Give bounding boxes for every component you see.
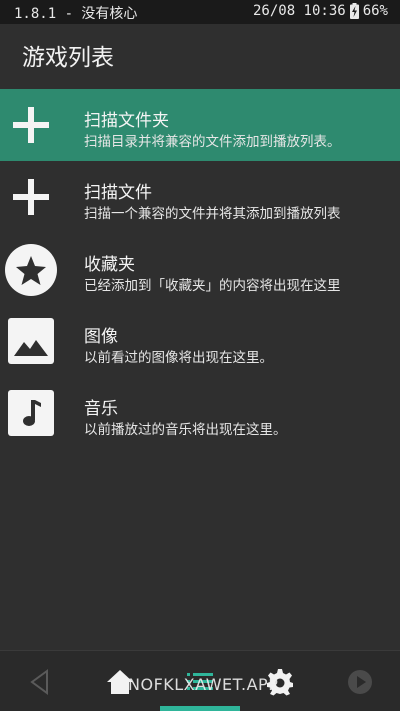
list-item-label: 扫描文件夹: [84, 111, 169, 131]
image-icon: [8, 318, 54, 364]
watermark: NOFKLXAWET.APP: [128, 675, 279, 694]
list-item-music[interactable]: 音乐 以前播放过的音乐将出现在这里。: [0, 377, 400, 449]
list-item-label: 扫描文件: [84, 183, 152, 203]
plus-icon: [8, 174, 54, 220]
list-item-sublabel: 以前看过的图像将出现在这里。: [84, 350, 273, 366]
plus-icon: [8, 102, 54, 148]
list-item-label: 音乐: [84, 399, 118, 419]
list-item-sublabel: 已经添加到「收藏夹」的内容将出现在这里: [84, 278, 341, 294]
status-right: 26/08 10:36 66%: [253, 3, 388, 19]
app-root: 1.8.1 - 没有核心 26/08 10:36 66% 游戏列表 扫描文件夹 …: [0, 0, 400, 711]
active-tab-indicator: [160, 706, 240, 711]
list-item-scan-file[interactable]: 扫描文件 扫描一个兼容的文件并将其添加到播放列表: [0, 161, 400, 233]
star-icon: [4, 243, 58, 297]
music-note-icon: [8, 390, 54, 436]
list-item-sublabel: 以前播放过的音乐将出现在这里。: [84, 422, 287, 438]
list-item-sublabel: 扫描目录并将兼容的文件添加到播放列表。: [84, 134, 341, 150]
header: 游戏列表: [0, 24, 400, 86]
playlist-list: 扫描文件夹 扫描目录并将兼容的文件添加到播放列表。 扫描文件 扫描一个兼容的文件…: [0, 89, 400, 449]
status-left-text: 1.8.1 - 没有核心: [14, 6, 138, 22]
list-item-label: 图像: [84, 327, 118, 347]
back-icon[interactable]: [20, 665, 60, 699]
list-item-images[interactable]: 图像 以前看过的图像将出现在这里。: [0, 305, 400, 377]
status-bar: 1.8.1 - 没有核心 26/08 10:36 66%: [0, 0, 400, 24]
list-item-label: 收藏夹: [84, 255, 135, 275]
list-item-scan-directory[interactable]: 扫描文件夹 扫描目录并将兼容的文件添加到播放列表。: [0, 89, 400, 161]
battery-charging-icon: [349, 3, 359, 19]
page-title: 游戏列表: [22, 45, 114, 71]
list-item-sublabel: 扫描一个兼容的文件并将其添加到播放列表: [84, 206, 341, 222]
play-icon[interactable]: [340, 665, 380, 699]
status-time: 26/08 10:36: [252, 3, 346, 19]
list-item-favorites[interactable]: 收藏夹 已经添加到「收藏夹」的内容将出现在这里: [0, 233, 400, 305]
battery-percent: 66%: [362, 3, 388, 19]
